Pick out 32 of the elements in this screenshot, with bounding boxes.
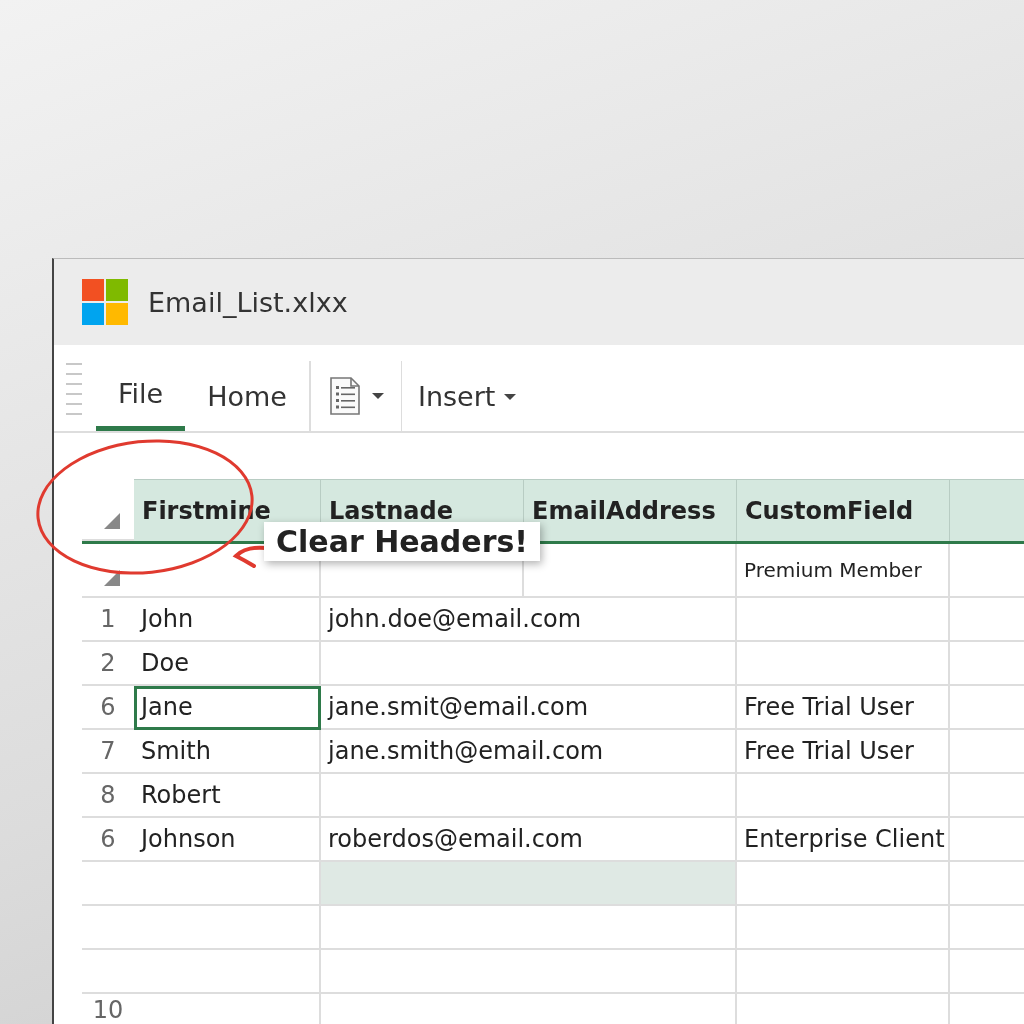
row-number[interactable]: 2 bbox=[82, 642, 134, 686]
ribbon-menu[interactable]: Insert bbox=[400, 361, 534, 431]
table-cell[interactable]: John bbox=[134, 598, 321, 642]
table-cell[interactable]: jane.smit@email.com bbox=[321, 686, 737, 730]
ribbon-tab[interactable]: Home bbox=[185, 361, 310, 431]
drag-handle-icon[interactable] bbox=[66, 363, 82, 417]
table-cell[interactable]: Robert bbox=[134, 774, 321, 818]
row-number[interactable]: 6 bbox=[82, 818, 134, 862]
table-cell[interactable]: Premium Member bbox=[737, 544, 950, 598]
row-number[interactable]: 1 bbox=[82, 598, 134, 642]
table-cell[interactable]: jane.smith@email.com bbox=[321, 730, 737, 774]
row-number[interactable]: 10 bbox=[82, 994, 134, 1024]
table-cell[interactable]: Smith bbox=[134, 730, 321, 774]
table-cell[interactable]: Enterprise Client bbox=[737, 818, 950, 862]
table-cell[interactable]: Jane bbox=[134, 686, 321, 730]
select-all-icon[interactable] bbox=[104, 513, 120, 529]
caret-icon bbox=[370, 392, 385, 400]
column-header[interactable]: EmailAddress bbox=[524, 479, 737, 541]
row-number[interactable]: 7 bbox=[82, 730, 134, 774]
table-cell[interactable]: Johnson bbox=[134, 818, 321, 862]
ribbon-tab[interactable]: File bbox=[96, 361, 186, 431]
table-cell[interactable]: john.doe@email.com bbox=[321, 598, 737, 642]
caret-icon bbox=[503, 393, 518, 401]
table-cell[interactable]: Free Trial User bbox=[737, 730, 950, 774]
row-number[interactable]: 8 bbox=[82, 774, 134, 818]
table-cell[interactable]: Doe bbox=[134, 642, 321, 686]
app-logo-icon bbox=[82, 279, 128, 325]
table-cell[interactable]: Free Trial User bbox=[737, 686, 950, 730]
window-title: Email_List.xlxx bbox=[148, 286, 348, 318]
row-number[interactable]: 6 bbox=[82, 686, 134, 730]
column-header[interactable]: CustomField bbox=[737, 479, 950, 541]
headers-tooltip: Clear Headers! bbox=[264, 522, 540, 561]
